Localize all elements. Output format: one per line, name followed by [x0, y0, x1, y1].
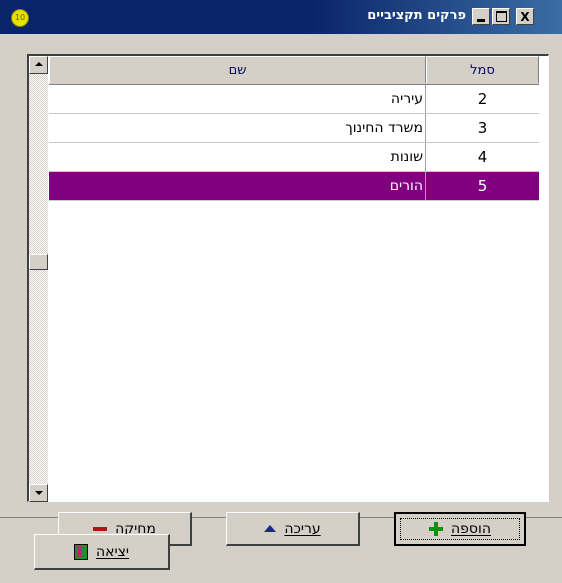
exit-door-icon [73, 543, 88, 560]
row-code-cell: 2 [477, 90, 488, 108]
exit-button-label: יציאה [95, 543, 130, 560]
maximize-icon [495, 11, 507, 22]
exit-button[interactable]: יציאה [34, 534, 170, 570]
row-code-cell: 4 [477, 148, 488, 166]
edit-button-label: עריכה [284, 520, 321, 537]
minus-icon [93, 526, 108, 531]
main-panel: שם סמל עיריה 2 משרד החינוך 3 שונות 4 הור… [0, 34, 562, 546]
minimize-icon [477, 19, 485, 22]
data-grid: שם סמל עיריה 2 משרד החינוך 3 שונות 4 הור… [27, 54, 549, 502]
row-name-cell: משרד החינוך [49, 114, 426, 142]
scroll-down-button[interactable] [29, 484, 48, 502]
row-name-cell: הורים [49, 172, 426, 200]
row-code-cell: 5 [477, 177, 488, 195]
plus-icon [429, 522, 444, 536]
table-row[interactable]: משרד החינוך 3 [49, 114, 539, 143]
app-icon[interactable]: 10 [11, 9, 29, 27]
table-row[interactable]: עיריה 2 [49, 85, 539, 114]
scroll-up-button[interactable] [29, 56, 48, 74]
minimize-button[interactable] [472, 8, 490, 25]
close-button[interactable]: X [516, 8, 534, 25]
row-name-cell: עיריה [49, 85, 426, 113]
arrow-down-icon [35, 491, 43, 495]
column-header-name[interactable]: שם [49, 56, 426, 83]
column-header-code[interactable]: סמל [426, 56, 539, 83]
table-row[interactable]: שונות 4 [49, 143, 539, 172]
table-header: שם סמל [49, 56, 539, 85]
add-button[interactable]: הוספה [394, 512, 526, 546]
table-row-selected[interactable]: הורים 5 [49, 172, 539, 201]
edit-button[interactable]: עריכה [226, 512, 360, 546]
title-bar: 10 פרקים תקציביים X [0, 0, 562, 34]
maximize-button[interactable] [492, 8, 510, 25]
budget-chapters-table: שם סמל עיריה 2 משרד החינוך 3 שונות 4 הור… [49, 56, 539, 201]
row-name-cell: שונות [49, 143, 426, 171]
focus-rectangle [400, 518, 520, 540]
close-icon: X [520, 9, 530, 24]
arrow-up-icon [35, 62, 43, 66]
scroll-thumb[interactable] [29, 254, 48, 270]
vertical-scrollbar[interactable] [29, 56, 48, 502]
row-code-cell: 3 [477, 119, 488, 137]
window-title: פרקים תקציביים [367, 8, 466, 23]
triangle-up-icon [264, 525, 277, 532]
